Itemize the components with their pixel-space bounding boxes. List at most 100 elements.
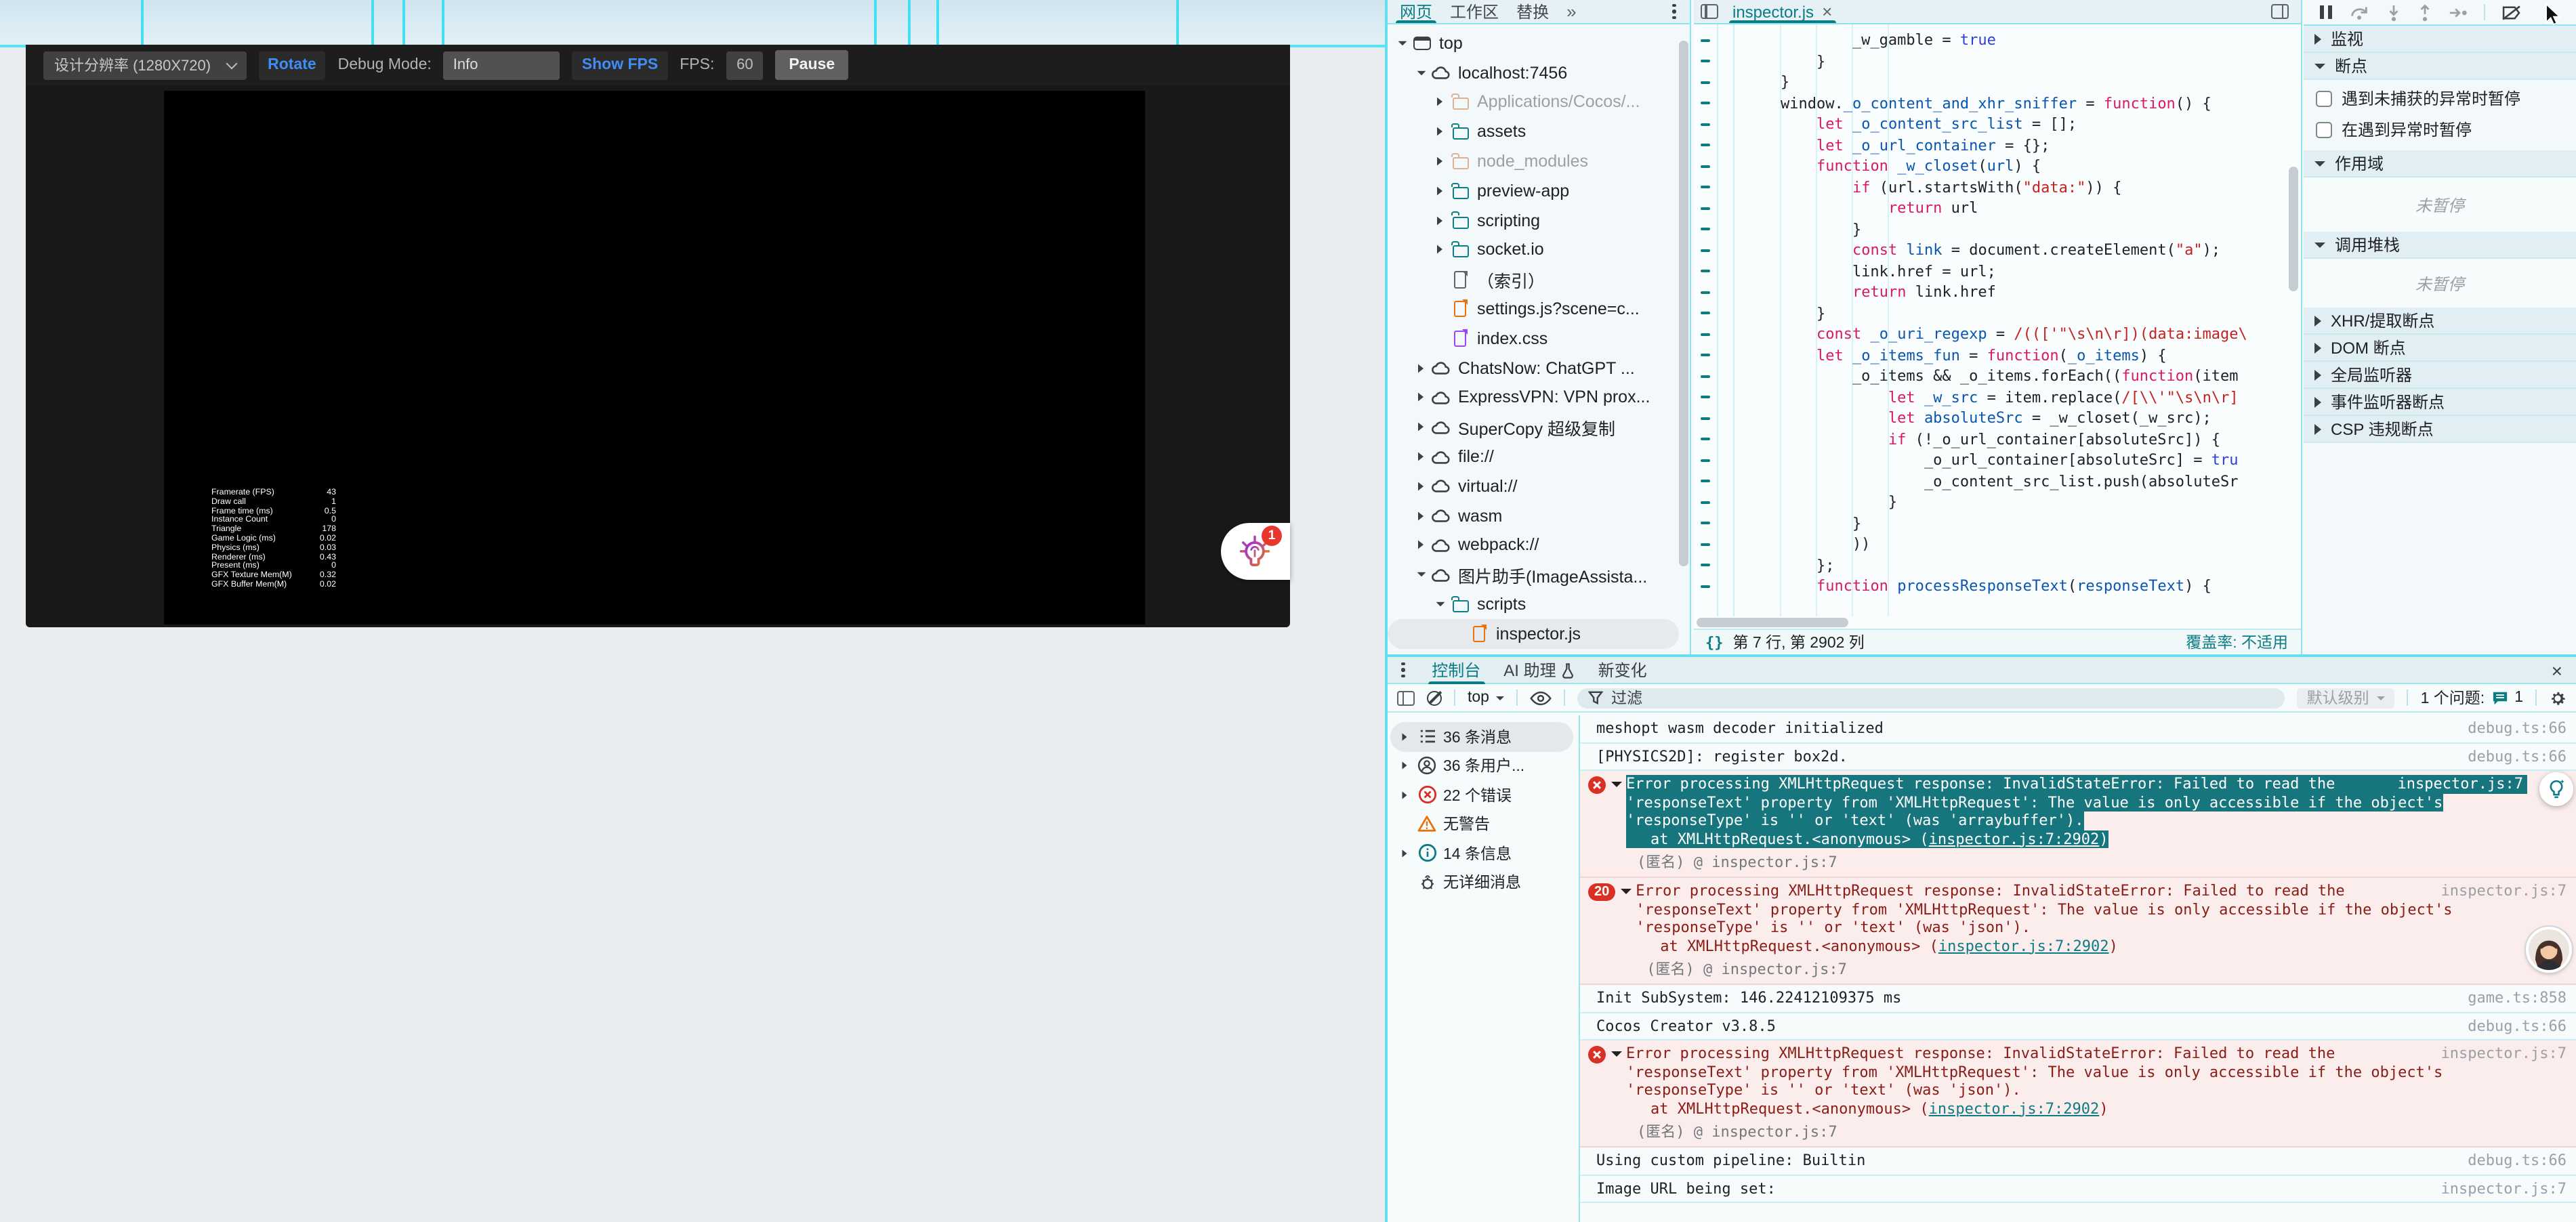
stack-location-link[interactable]: inspector.js:7:2902 [1929,830,2100,847]
console-filter-14[interactable]: 14 条信息 [1388,839,1579,868]
clear-console-icon[interactable] [1427,690,1442,705]
editor-horizontal-scrollbar[interactable] [1696,618,1848,627]
source-link[interactable]: inspector.js:7 [2441,1045,2567,1063]
open-sidebar-icon[interactable] [2270,4,2288,19]
breakpoint-dash[interactable] [1700,228,1709,231]
issues-counter[interactable]: 1 个问题: 1 [2421,687,2523,709]
expand-icon[interactable] [1431,156,1449,167]
expand-icon[interactable] [1397,732,1411,742]
expand-icon[interactable] [1431,215,1449,226]
breakpoint-dash[interactable] [1700,417,1709,420]
breakpoint-dash[interactable] [1700,291,1709,294]
breakpoint-dash[interactable] [1700,501,1709,504]
tree-item-chatsnow-chatgpt[interactable]: ChatsNow: ChatGPT ... [1388,354,1690,383]
step-into-icon[interactable] [2386,3,2401,21]
tree-item-expressvpn-vpn-prox[interactable]: ExpressVPN: VPN prox... [1388,383,1690,413]
console-filter-36[interactable]: 36 条用户... [1388,751,1579,780]
expand-icon[interactable] [1431,127,1449,138]
expand-icon[interactable] [1412,362,1430,373]
tab-ai-assistant[interactable]: AI 助理 [1503,657,1575,683]
section-breakpoints[interactable]: 断点 [2304,53,2576,80]
breakpoint-dash[interactable] [1700,543,1709,546]
collapse-icon[interactable] [1621,889,1632,894]
source-link[interactable]: inspector.js:7 [2393,775,2527,793]
close-tab-icon[interactable]: × [1822,1,1832,22]
tree-item-index-css[interactable]: index.css [1388,324,1690,354]
checkbox-icon[interactable] [2316,121,2332,138]
breakpoint-dash[interactable] [1700,165,1709,168]
expand-icon[interactable] [1412,481,1430,492]
breakpoint-dash[interactable] [1700,249,1709,252]
collapse-icon[interactable] [1412,572,1430,577]
editor-body[interactable]: _w_gamble = true } } window._o_content_a… [1693,24,2300,616]
section-csp[interactable]: CSP 违规断点 [2304,416,2576,443]
tab-workspace[interactable]: 工作区 [1450,0,1499,23]
breakpoint-dash[interactable] [1700,438,1709,441]
expand-icon[interactable] [1397,848,1411,859]
expand-icon[interactable] [1397,790,1411,801]
breakpoint-dash[interactable] [1700,81,1709,84]
tree-item-inspector-js[interactable]: inspector.js [1388,618,1679,649]
source-link[interactable]: debug.ts:66 [2468,1152,2567,1170]
stack-location-link[interactable]: inspector.js:7:2902 [1938,937,2109,954]
breakpoint-gutter[interactable] [1693,24,1718,616]
expand-icon[interactable] [1412,392,1430,403]
settings-gear-icon[interactable] [2549,689,2567,707]
pretty-print-icon[interactable]: {} [1705,633,1724,651]
tree-item-scripting[interactable]: scripting [1388,206,1690,236]
tree-item-preview-app[interactable]: preview-app [1388,176,1690,206]
source-link[interactable]: debug.ts:66 [2468,1017,2567,1035]
more-tabs-icon[interactable]: » [1566,1,1576,22]
tree-item-node-modules[interactable]: node_modules [1388,146,1690,176]
game-canvas[interactable]: Framerate (FPS) 43 Draw call 1 Frame time (m… [164,91,1145,625]
source-link[interactable]: game.ts:858 [2468,989,2567,1007]
editor-vertical-scrollbar[interactable] [2289,167,2298,291]
source-link[interactable]: inspector.js:7 [2441,882,2567,900]
console-filter-36[interactable]: 36 条消息 [1390,722,1573,751]
tree-item-webpack[interactable]: webpack:// [1388,530,1690,560]
console-filter-input[interactable]: 过滤 [1577,688,2285,708]
section-item[interactable]: 事件监听器断点 [2304,389,2576,416]
collapse-icon[interactable] [1431,602,1449,607]
expand-icon[interactable] [1431,97,1449,108]
breakpoint-dash[interactable] [1700,522,1709,525]
tree-item-settings-js-scene-c[interactable]: settings.js?scene=c... [1388,294,1690,324]
show-fps-button[interactable]: Show FPS [572,51,668,79]
tab-page[interactable]: 网页 [1395,0,1437,23]
anonymous-frame[interactable]: (匿名) @ inspector.js:7 [1636,959,2462,979]
section-dom[interactable]: DOM 断点 [2304,335,2576,362]
breakpoint-dash[interactable] [1700,396,1709,399]
source-link[interactable]: inspector.js:7 [2441,1179,2567,1198]
section-xhr[interactable]: XHR/提取断点 [2304,308,2576,335]
editor-tab-inspector-js[interactable]: inspector.js × [1728,0,1836,23]
debug-mode-select[interactable]: Info [443,51,560,79]
anonymous-frame[interactable]: (匿名) @ inspector.js:7 [1626,852,2462,872]
navigator-scrollbar[interactable] [1679,41,1688,566]
tree-item-applications-cocos[interactable]: Applications/Cocos/... [1388,87,1690,117]
collapse-icon[interactable] [1412,70,1430,75]
tree-item-supercopy[interactable]: SuperCopy 超级复制 [1388,413,1690,442]
expand-icon[interactable] [1431,245,1449,255]
user-avatar[interactable] [2526,927,2572,973]
stack-location-link[interactable]: inspector.js:7:2902 [1929,1099,2100,1117]
console-filter-22[interactable]: 22 个错误 [1388,780,1579,809]
console-sidebar-toggle-icon[interactable] [1397,690,1415,705]
tree-item-socket-io[interactable]: socket.io [1388,235,1690,265]
pause-uncaught-checkbox[interactable]: 遇到未捕获的异常时暂停 [2316,87,2564,110]
tree-item-localhost-7456[interactable]: localhost:7456 [1388,58,1690,88]
section-scope[interactable]: 作用域 [2304,150,2576,177]
deactivate-breakpoints-icon[interactable] [2501,5,2522,20]
tree-item-assets[interactable]: assets [1388,117,1690,147]
breakpoint-dash[interactable] [1700,123,1709,126]
expand-icon[interactable] [1431,186,1449,196]
breakpoint-dash[interactable] [1700,585,1709,588]
breakpoint-dash[interactable] [1700,312,1709,315]
step-out-icon[interactable] [2417,3,2432,21]
step-over-icon[interactable] [2350,4,2370,20]
context-selector[interactable]: top [1468,690,1504,706]
tab-console[interactable]: 控制台 [1428,657,1485,684]
pause-script-icon[interactable] [2319,4,2333,20]
tree-item-virtual[interactable]: virtual:// [1388,471,1690,501]
tree-item-file[interactable]: file:// [1388,442,1690,471]
breakpoint-dash[interactable] [1700,270,1709,273]
